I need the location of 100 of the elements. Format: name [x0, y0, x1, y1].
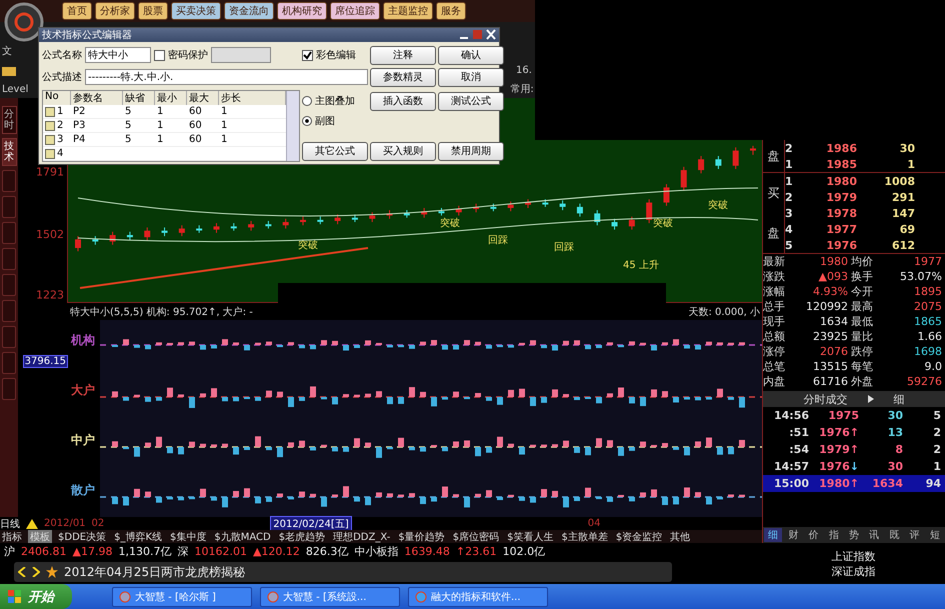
stat-value: ▲093 — [818, 270, 849, 283]
period-label[interactable]: 日线 — [0, 516, 20, 530]
trade-row[interactable]: 14:56 1975 30 5 — [763, 407, 945, 424]
stat-label: 今开 — [851, 284, 874, 299]
dialog-button[interactable]: 测试公式 — [438, 92, 504, 110]
trade-time: 14:56 — [772, 409, 809, 422]
dialog-button[interactable]: 买入规则 — [370, 142, 436, 160]
detail-link[interactable]: 细 — [894, 392, 904, 406]
formula-tab[interactable]: $_博弈K线 — [112, 530, 164, 543]
side-tab[interactable]: 技术 — [2, 138, 16, 166]
book-level: 5 — [785, 238, 794, 252]
direction-arrow: ↑ — [850, 426, 859, 439]
formula-tab[interactable]: 指标 — [0, 530, 24, 543]
signal-label: 突破 — [440, 218, 460, 229]
stat-label: 每笔 — [851, 359, 874, 374]
dialog-button[interactable]: 插入函数 — [370, 92, 436, 110]
formula-tab[interactable]: $九散MACD — [212, 530, 273, 543]
dialog-button[interactable]: 取消 — [438, 68, 504, 86]
trade-count: 94 — [924, 477, 941, 490]
trade-row[interactable]: 14:57 1976↓ 30 1 — [763, 458, 945, 475]
turnover-amount: 102.0亿 — [502, 544, 546, 559]
name-field[interactable]: 特大中小 — [85, 47, 151, 63]
trade-row[interactable]: 15:00 1980↑ 1634 94 — [763, 475, 945, 492]
nav-button[interactable]: 席位追踪 — [330, 2, 380, 20]
table-cell: 60 — [187, 105, 219, 119]
index-link[interactable]: 深证成指 — [832, 564, 876, 578]
indicator-row-label: 大户 — [71, 384, 95, 397]
trade-count: 2 — [932, 443, 941, 456]
signal-label: 回踩 — [554, 242, 574, 253]
column-header: 参数名 — [71, 91, 123, 105]
stat-value: 1634 — [819, 315, 849, 328]
side-tab[interactable]: 分时 — [2, 106, 16, 134]
book-level: 3 — [785, 206, 794, 220]
row-number: 3 — [57, 134, 64, 145]
dialog-button[interactable]: 参数精灵 — [370, 68, 436, 86]
formula-tab[interactable]: $集中度 — [168, 530, 208, 543]
trade-price: 1979 — [819, 443, 850, 456]
trade-time: 14:57 — [772, 460, 809, 473]
dialog-button[interactable]: 禁用周期 — [438, 142, 504, 160]
cursor-value: 3796.15 — [22, 355, 68, 368]
stat-value: 1895 — [913, 285, 943, 298]
book-volume: 1008 — [883, 174, 915, 188]
stat-label: 跌停 — [851, 344, 874, 359]
level-label: Level — [2, 84, 28, 94]
stat-label: 换手 — [851, 269, 874, 284]
formula-tab[interactable]: $量价趋势 — [396, 530, 447, 543]
taskbar-button[interactable]: 大智慧 - [系统設... — [260, 586, 400, 606]
trade-row[interactable]: :54 1979↑ 8 2 — [763, 441, 945, 458]
formula-tab[interactable]: $DDE决策 — [56, 530, 108, 543]
signal-label: 回踩 — [488, 235, 508, 246]
taskbar-button[interactable]: 大智慧 - [哈尔斯 ] — [112, 586, 252, 606]
stat-value: 2075 — [913, 300, 943, 313]
market-name: 中小板指 — [354, 544, 398, 559]
stat-value: 59276 — [906, 375, 943, 388]
description-field[interactable]: ---------特.大.中.小. — [85, 69, 368, 85]
field-label: 公式描述 — [42, 70, 82, 84]
book-price: 1977 — [825, 222, 857, 236]
trade-time: :54 — [788, 443, 809, 456]
taskbar-button[interactable]: 融大的指标和软件... — [408, 586, 548, 606]
panel-tab[interactable]: 细 — [764, 528, 782, 542]
stat-label: 总笔 — [763, 359, 786, 374]
book-price: 1980 — [825, 174, 857, 188]
column-header: 步长 — [219, 91, 286, 105]
index-link[interactable]: 上证指数 — [832, 548, 876, 564]
formula-tab[interactable]: $笑看人生 — [505, 530, 556, 543]
dialog-button[interactable]: 其它公式 — [302, 142, 368, 160]
book-price: 1986 — [825, 142, 857, 154]
indicator-header: 特大中小(5,5,5) 机构: 95.702↑, 大户: - — [70, 306, 253, 318]
nav-button[interactable]: 首页 — [62, 2, 92, 20]
stat-value: 2076 — [819, 345, 849, 358]
trade-row[interactable]: :51 1976↑ 13 2 — [763, 424, 945, 441]
formula-tab[interactable]: 理想DDZ_X- — [331, 530, 392, 543]
nav-button[interactable]: 股票 — [138, 2, 168, 20]
book-volume: 291 — [891, 190, 915, 204]
book-volume: 1 — [906, 158, 915, 170]
book-price: 1978 — [825, 206, 857, 220]
formula-tab[interactable]: $主散单差 — [559, 530, 610, 543]
checkbox-label: 密码保护 — [168, 48, 208, 62]
nav-button[interactable]: 主题监控 — [383, 2, 433, 20]
dialog-button[interactable]: 确认 — [438, 46, 504, 64]
nav-button[interactable]: 服务 — [436, 2, 466, 20]
formula-tab[interactable]: $资金监控 — [614, 530, 664, 543]
formula-tab[interactable]: $老虎趋势 — [276, 530, 328, 543]
stat-label: 内盘 — [763, 374, 786, 389]
nav-button[interactable]: 资金流向 — [224, 2, 274, 20]
formula-tab[interactable]: $席位密码 — [450, 530, 502, 543]
trade-time: 15:00 — [772, 477, 809, 490]
nav-button[interactable]: 机构研究 — [277, 2, 327, 20]
formula-tab[interactable]: 其他 — [668, 530, 692, 543]
stat-label: 最高 — [851, 299, 874, 314]
direction-arrow: ↑ — [850, 477, 859, 490]
dialog-button[interactable]: 注释 — [370, 46, 436, 64]
nav-button[interactable]: 买卖决策 — [171, 2, 221, 20]
radio-label: 副图 — [315, 115, 335, 128]
nav-button[interactable]: 分析家 — [95, 2, 135, 20]
stat-label: 外盘 — [851, 374, 874, 389]
menu-label[interactable]: 文 — [2, 44, 12, 58]
start-button[interactable]: 开始 — [0, 584, 72, 609]
stat-value: 53.07% — [899, 270, 943, 283]
stat-value: 61716 — [812, 375, 849, 388]
